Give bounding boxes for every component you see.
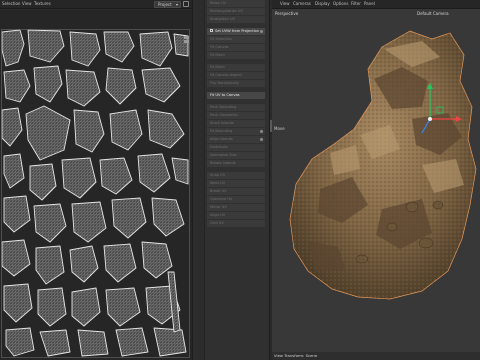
uv-menubar: Selection View Textures Project ▾ [0, 0, 192, 9]
tool-button[interactable]: Rectangularize UV [207, 8, 265, 15]
tool-button-label: Grid UV [210, 221, 224, 225]
tool-button-label: Fit Mesh [210, 65, 225, 69]
tool-button[interactable]: Snap UV [207, 172, 265, 179]
menu-view[interactable]: View [22, 1, 32, 7]
tool-button[interactable]: Fit Mesh [207, 52, 265, 59]
uv-mini-toolbar [184, 36, 190, 46]
tool-button-label: Rotate Islands [210, 161, 236, 165]
uv-mode-select[interactable]: Project ▾ [154, 1, 181, 8]
tool-button[interactable]: Break UV [207, 188, 265, 195]
tool-button[interactable]: Mirror UV [207, 204, 265, 211]
viewport-panel: View Cameras Display Options Filter Pane… [272, 0, 480, 360]
tool-button-label: Weld UV [210, 181, 226, 185]
tool-button-label: Distribute [210, 145, 228, 149]
info-icon[interactable] [260, 130, 263, 133]
tool-button[interactable]: Relax UV [207, 0, 265, 7]
uv-island [115, 327, 149, 357]
boulder [355, 254, 369, 264]
tool-button-label: Fit Mesh [210, 53, 225, 57]
tool-list: Relax UV Rectangularize UV Straighten UV Se… [207, 0, 265, 228]
tool-button-label: Stack Islands [210, 121, 234, 125]
tool-button-label: Normalize Size [210, 153, 237, 157]
tool-button-label: Straighten UV [210, 17, 236, 21]
tool-button-label: Set UVW from Projection [215, 29, 260, 33]
checkbox-icon[interactable] [210, 29, 213, 32]
tool-button-label: Fit Selection [210, 37, 232, 41]
tool-button[interactable]: Distribute [207, 144, 265, 151]
viewport-menubar: View Cameras Display Options Filter Pane… [272, 0, 480, 9]
tool-button[interactable]: Stack Islands [207, 120, 265, 127]
uv-island [77, 329, 109, 357]
tool-button[interactable]: Weld UV [207, 180, 265, 187]
uv-mode-label: Project [158, 2, 172, 7]
uv-tools-panel: Relax UV Rectangularize UV Straighten UV Se… [192, 0, 270, 360]
tool-button-label: Align UV [210, 213, 226, 217]
tool-button[interactable]: Fit Canvas [207, 44, 265, 51]
uv-canvas[interactable] [0, 10, 192, 360]
info-icon[interactable] [260, 138, 263, 141]
tool-button-label: Optimize UV [210, 197, 233, 201]
vp-menu-filter[interactable]: Filter [351, 1, 361, 7]
tool-button-label: Relax UV [210, 1, 227, 5]
tool-icon[interactable] [184, 40, 189, 43]
vp-menu-options[interactable]: Options [333, 1, 348, 7]
menu-textures[interactable]: Textures [34, 1, 51, 7]
tool-button[interactable]: Fit Bounding [207, 128, 265, 135]
tool-icon[interactable] [184, 36, 189, 39]
uv-island [153, 327, 187, 357]
tool-button-label: Flip Horizontally [210, 81, 239, 85]
tool-button-label: Snap UV [210, 173, 226, 177]
boulder [432, 200, 444, 210]
chevron-down-icon: ▾ [175, 2, 178, 7]
tool-button-label: Fit UV to Canvas [210, 93, 240, 97]
tool-button[interactable]: Pack Bounding [207, 104, 265, 111]
tool-button-label: Fit Canvas Aspect [210, 73, 242, 77]
boulder [386, 222, 398, 232]
info-icon[interactable] [260, 30, 263, 33]
tool-button[interactable]: Rotate Islands [207, 160, 265, 167]
tool-button-label: Fit Canvas [210, 45, 229, 49]
viewport-3d[interactable]: Perspective Default Camera Move [272, 9, 480, 352]
tool-button-label: Mirror UV [210, 205, 227, 209]
tool-button[interactable]: Grid UV [207, 220, 265, 227]
tool-button[interactable]: Normalize Size [207, 152, 265, 159]
tool-button-label: Align Islands [210, 137, 233, 141]
boulder [405, 201, 419, 213]
tool-button-label: Pack Bounding [210, 105, 237, 109]
vp-menu-display[interactable]: Display [315, 1, 330, 7]
panel-strip [193, 0, 205, 360]
tool-button[interactable]: Fit Selection [207, 36, 265, 43]
tool-button[interactable]: Set UVW from Projection [207, 28, 265, 35]
tool-button-label: Rectangularize UV [210, 9, 243, 13]
tool-button[interactable]: Align Islands [207, 136, 265, 143]
tool-button[interactable]: Fit UV to Canvas [207, 92, 265, 99]
viewport-footer: View Transform: Scene [272, 352, 480, 360]
view-transform-label: View Transform: Scene [274, 353, 318, 358]
menu-selection[interactable]: Selection [2, 1, 20, 7]
tool-button[interactable]: Optimize UV [207, 196, 265, 203]
tool-button-label: Fit Bounding [210, 129, 233, 133]
uv-editor-panel: Selection View Textures Project ▾ [0, 0, 192, 360]
tool-button-label: Pack Geometric [210, 113, 239, 117]
rock-model[interactable] [272, 9, 480, 352]
tool-button[interactable]: Fit Canvas Aspect [207, 72, 265, 79]
tool-button[interactable]: Pack Geometric [207, 112, 265, 119]
boulder [418, 237, 434, 249]
tool-button[interactable]: Fit Mesh [207, 64, 265, 71]
vp-menu-panel[interactable]: Panel [364, 1, 375, 7]
frame-icon[interactable] [183, 1, 189, 7]
vp-menu-cameras[interactable]: Cameras [293, 1, 311, 7]
tool-button[interactable]: Align UV [207, 212, 265, 219]
tool-button-label: Break UV [210, 189, 227, 193]
tool-button[interactable]: Flip Horizontally [207, 80, 265, 87]
vp-menu-view[interactable]: View [280, 1, 290, 7]
tool-button[interactable]: Straighten UV [207, 16, 265, 23]
